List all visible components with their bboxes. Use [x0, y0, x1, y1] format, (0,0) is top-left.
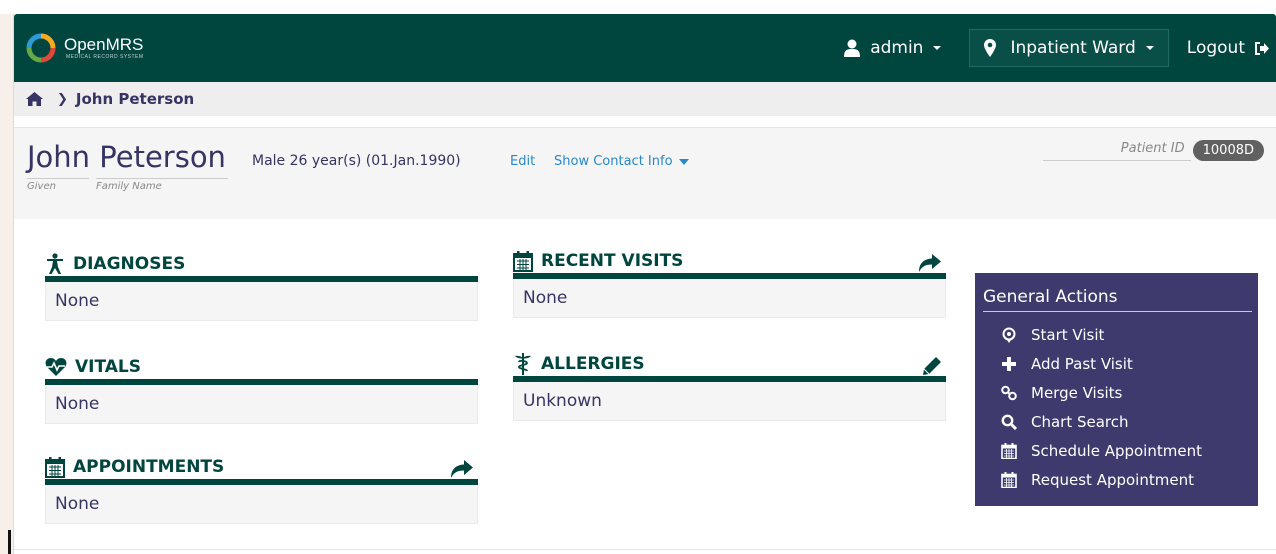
- share-arrow-icon[interactable]: [450, 459, 474, 479]
- recent-visits-widget: RECENT VISITS None: [513, 249, 946, 318]
- chevron-down-icon: [1145, 46, 1154, 50]
- request-appointment-label: Request Appointment: [1031, 470, 1194, 489]
- user-icon: [844, 39, 861, 57]
- general-actions-title: General Actions: [983, 287, 1252, 312]
- calendar-icon: [1001, 471, 1017, 488]
- patient-name: John Peterson: [27, 140, 226, 174]
- appointments-widget: APPOINTMENTS None: [45, 455, 478, 524]
- app-name: OpenMRS: [64, 35, 144, 54]
- start-visit-action[interactable]: Start Visit: [983, 320, 1252, 349]
- caret-down-icon: [678, 158, 689, 165]
- recent-visits-title: RECENT VISITS: [541, 251, 684, 271]
- calendar-icon: [1001, 442, 1017, 459]
- app-header: OpenMRS MEDICAL RECORD SYSTEM admin Inpa…: [14, 14, 1276, 82]
- username: admin: [870, 38, 924, 58]
- map-pin-icon: [1002, 327, 1016, 343]
- allergies-value: Unknown: [513, 382, 946, 421]
- vitals-value: None: [45, 385, 478, 424]
- chart-search-action[interactable]: Chart Search: [983, 407, 1252, 436]
- logo[interactable]: OpenMRS MEDICAL RECORD SYSTEM: [26, 33, 144, 63]
- diagnoses-title: DIAGNOSES: [73, 254, 186, 274]
- location-menu[interactable]: Inpatient Ward: [969, 29, 1169, 67]
- given-name-label: Given: [27, 178, 89, 192]
- appointments-title: APPOINTMENTS: [73, 457, 225, 477]
- left-edge: [0, 14, 14, 554]
- schedule-appointment-action[interactable]: Schedule Appointment: [983, 436, 1252, 465]
- vitals-widget: VITALS None: [45, 355, 478, 424]
- sign-out-icon: [1255, 41, 1269, 55]
- edit-link[interactable]: Edit: [510, 154, 535, 169]
- patient-header: John Peterson Given Family Name Male 26 …: [14, 127, 1276, 219]
- search-icon: [1001, 414, 1017, 430]
- add-past-visit-label: Add Past Visit: [1031, 354, 1133, 373]
- allergies-title: ALLERGIES: [541, 354, 645, 374]
- show-contact-info-link[interactable]: Show Contact Info: [554, 154, 689, 169]
- logout-label: Logout: [1186, 38, 1245, 58]
- family-name-label: Family Name: [96, 178, 228, 192]
- logout-button[interactable]: Logout: [1187, 38, 1270, 58]
- top-strip: [0, 0, 1276, 14]
- heartbeat-icon: [45, 358, 67, 376]
- pencil-icon[interactable]: [922, 356, 942, 376]
- schedule-appointment-label: Schedule Appointment: [1031, 441, 1202, 460]
- openmrs-logo-icon: [26, 33, 56, 63]
- calendar-icon: [513, 250, 533, 272]
- location-name: Inpatient Ward: [1010, 38, 1136, 58]
- calendar-icon: [45, 456, 65, 478]
- diagnoses-value: None: [45, 282, 478, 321]
- add-past-visit-action[interactable]: Add Past Visit: [983, 349, 1252, 378]
- allergies-widget: ALLERGIES Unknown: [513, 352, 946, 421]
- merge-visits-label: Merge Visits: [1031, 383, 1123, 402]
- patient-id: Patient ID 10008D: [1042, 140, 1264, 161]
- show-contact-info-label: Show Contact Info: [554, 154, 673, 169]
- divider: [14, 549, 1276, 550]
- chevron-down-icon: [933, 46, 942, 50]
- breadcrumb: ❯ John Peterson: [14, 82, 1276, 116]
- diagnoses-widget: DIAGNOSES None: [45, 252, 478, 321]
- plus-icon: [1002, 356, 1016, 371]
- medical-caduceus-icon: [515, 353, 531, 375]
- general-actions-panel: General Actions Start Visit Add Past Vis…: [975, 273, 1258, 506]
- app-tagline: MEDICAL RECORD SYSTEM: [66, 54, 144, 60]
- start-visit-label: Start Visit: [1031, 325, 1105, 344]
- chart-search-label: Chart Search: [1031, 412, 1129, 431]
- vitals-title: VITALS: [75, 357, 141, 377]
- diagnosis-person-icon: [47, 253, 63, 274]
- text-cursor: [8, 530, 11, 554]
- patient-id-badge: 10008D: [1192, 140, 1264, 161]
- share-arrow-icon[interactable]: [918, 253, 942, 273]
- appointments-value: None: [45, 485, 478, 524]
- user-menu[interactable]: admin: [844, 38, 942, 58]
- home-icon[interactable]: [26, 92, 43, 106]
- patient-id-label: Patient ID: [1042, 141, 1191, 161]
- map-marker-icon: [984, 39, 997, 57]
- merge-visits-action[interactable]: Merge Visits: [983, 378, 1252, 407]
- chevron-right-icon: ❯: [57, 91, 68, 107]
- merge-icon: [1001, 385, 1017, 400]
- breadcrumb-current: John Peterson: [75, 90, 195, 108]
- request-appointment-action[interactable]: Request Appointment: [983, 465, 1252, 494]
- patient-demographics: Male 26 year(s) (01.Jan.1990): [252, 153, 461, 169]
- recent-visits-value: None: [513, 279, 946, 318]
